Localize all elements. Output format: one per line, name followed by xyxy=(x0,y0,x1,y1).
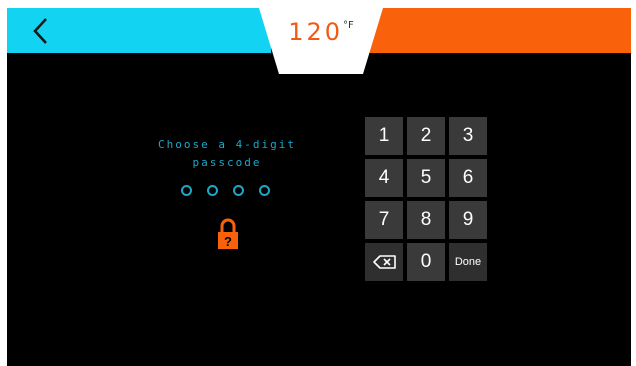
temperature-display: 120°F xyxy=(259,8,383,74)
svg-text:?: ? xyxy=(224,234,232,249)
passcode-dot-4 xyxy=(259,185,270,196)
temperature-value: 120 xyxy=(288,18,344,46)
key-6[interactable]: 6 xyxy=(449,159,487,197)
passcode-prompt-line-1: Choose a 4-digit xyxy=(158,138,296,151)
temperature-readout: 120°F xyxy=(259,18,383,46)
key-0[interactable]: 0 xyxy=(407,243,445,281)
key-4[interactable]: 4 xyxy=(365,159,403,197)
back-button[interactable] xyxy=(29,16,53,46)
key-2[interactable]: 2 xyxy=(407,117,445,155)
header-bar-right xyxy=(369,8,631,53)
chevron-left-icon xyxy=(33,18,47,44)
lock-question-icon: ? xyxy=(217,218,239,250)
passcode-prompt-line-2: passcode xyxy=(192,156,262,169)
key-3[interactable]: 3 xyxy=(449,117,487,155)
device-screen: 120°F Choose a 4-digit passcode ? 1 2 3 … xyxy=(7,8,631,366)
done-button[interactable]: Done xyxy=(449,243,487,281)
passcode-dot-1 xyxy=(181,185,192,196)
passcode-dot-2 xyxy=(207,185,218,196)
key-9[interactable]: 9 xyxy=(449,201,487,239)
passcode-dot-3 xyxy=(233,185,244,196)
key-8[interactable]: 8 xyxy=(407,201,445,239)
temperature-unit: °F xyxy=(343,20,354,31)
backspace-button[interactable] xyxy=(365,243,403,281)
passcode-prompt: Choose a 4-digit passcode xyxy=(127,136,327,172)
key-7[interactable]: 7 xyxy=(365,201,403,239)
key-5[interactable]: 5 xyxy=(407,159,445,197)
key-1[interactable]: 1 xyxy=(365,117,403,155)
passcode-dots xyxy=(181,185,271,197)
backspace-icon xyxy=(373,255,396,269)
